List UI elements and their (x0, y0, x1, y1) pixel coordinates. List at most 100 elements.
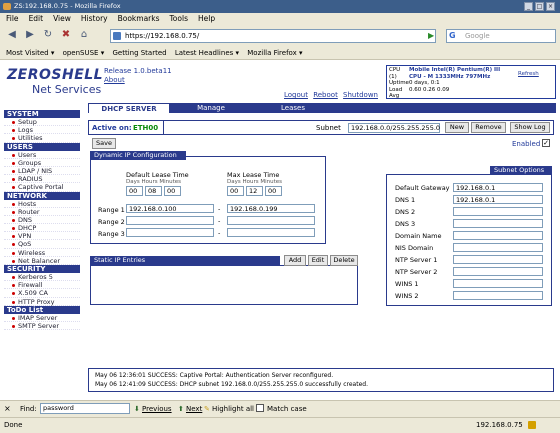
back-icon[interactable]: ◀ (4, 28, 20, 42)
range-3-to-input[interactable] (227, 228, 315, 237)
bookmark-opensuse[interactable]: openSUSE ▾ (63, 49, 105, 57)
refresh-link[interactable]: Refresh (518, 71, 539, 77)
range-1-from-input[interactable]: 192.168.0.100 (126, 204, 214, 213)
subnet-option-input[interactable] (453, 267, 543, 276)
find-close-icon[interactable]: × (4, 404, 11, 413)
remove-button[interactable]: Remove (471, 122, 506, 133)
home-icon[interactable]: ⌂ (76, 28, 92, 42)
logout-link[interactable]: Logout (284, 91, 308, 99)
subnet-option-input[interactable] (453, 231, 543, 240)
new-button[interactable]: New (445, 122, 469, 133)
default-minutes-select[interactable]: 00 (164, 186, 181, 196)
go-icon[interactable]: ▶ (428, 31, 434, 40)
tab-leases[interactable]: Leases (252, 103, 334, 113)
menu-help[interactable]: Help (198, 14, 215, 23)
tab-manage[interactable]: Manage (170, 103, 252, 113)
stop-icon[interactable]: ✖ (58, 28, 74, 42)
minimize-icon[interactable]: _ (524, 2, 533, 11)
close-icon[interactable]: × (546, 2, 555, 11)
search-input[interactable]: Google (446, 29, 556, 43)
about-link[interactable]: About (104, 76, 125, 84)
max-hours-select[interactable]: 12 (246, 186, 263, 196)
forward-icon[interactable]: ▶ (22, 28, 38, 42)
menu-file[interactable]: File (6, 14, 19, 23)
bookmark-most-visited[interactable]: Most Visited ▾ (6, 49, 54, 57)
menu-tools[interactable]: Tools (170, 14, 188, 23)
subnet-option-input[interactable] (453, 291, 543, 300)
sidebar-item-router[interactable]: Router (4, 208, 80, 216)
sidebar-item-dns[interactable]: DNS (4, 216, 80, 225)
sidebar-item-x-509-ca[interactable]: X.509 CA (4, 289, 80, 298)
next-button[interactable]: Next (186, 405, 202, 413)
subnet-option-input[interactable] (453, 255, 543, 264)
sidebar-item-firewall[interactable]: Firewall (4, 281, 80, 290)
subnet-option-input[interactable] (453, 207, 543, 216)
subnet-option-input[interactable] (453, 279, 543, 288)
show-log-button[interactable]: Show Log (510, 122, 550, 133)
sidebar-item-qos[interactable]: QoS (4, 240, 80, 249)
sidebar-item-hosts[interactable]: Hosts (4, 200, 80, 208)
max-lease-sublabels: Days Hours Minutes (227, 179, 282, 185)
sidebar-item-utilities[interactable]: Utilities (4, 134, 80, 143)
subnet-option-input[interactable] (453, 243, 543, 252)
menu-edit[interactable]: Edit (29, 14, 44, 23)
sidebar-item-setup[interactable]: Setup (4, 118, 80, 127)
default-days-value: 00 (129, 187, 138, 195)
find-input[interactable]: password (40, 403, 130, 414)
save-button[interactable]: Save (92, 138, 116, 149)
highlight-all-button[interactable]: Highlight all (212, 405, 254, 413)
url-input[interactable]: https://192.168.0.75/ (110, 29, 436, 43)
shutdown-link[interactable]: Shutdown (343, 91, 378, 99)
subnet-option-label: DNS 2 (395, 208, 416, 216)
sidebar-item-groups[interactable]: Groups (4, 159, 80, 167)
max-minutes-select[interactable]: 00 (265, 186, 282, 196)
subnet-select[interactable]: 192.168.0.0/255.255.255.0 (348, 123, 440, 133)
sidebar-item-users[interactable]: Users (4, 151, 80, 159)
sidebar-item-net-balancer[interactable]: Net Balancer (4, 257, 80, 265)
default-days-select[interactable]: 00 (126, 186, 143, 196)
menu-history[interactable]: History (81, 14, 108, 23)
range-2-from-input[interactable] (126, 216, 214, 225)
subnet-option-value: 192.168.0.1 (456, 196, 496, 204)
sidebar-item-logs[interactable]: Logs (4, 126, 80, 135)
menu-bookmarks[interactable]: Bookmarks (118, 14, 160, 23)
cpu-label: CPU (1) (389, 67, 401, 80)
sidebar-item-smtp-server[interactable]: SMTP Server (4, 322, 80, 331)
bookmark-latest-headlines[interactable]: Latest Headlines ▾ (175, 49, 239, 57)
default-lease-label: Default Lease Time (126, 171, 189, 179)
bookmark-mozilla-firefox[interactable]: Mozilla Firefox ▾ (247, 49, 302, 57)
sidebar-item-dhcp[interactable]: DHCP (4, 224, 80, 233)
subnet-option-input[interactable]: 192.168.0.1 (453, 195, 543, 204)
range-3-from-input[interactable] (126, 228, 214, 237)
max-days-select[interactable]: 00 (227, 186, 244, 196)
sidebar-item-vpn[interactable]: VPN (4, 232, 80, 241)
sidebar-item-captive-portal[interactable]: Captive Portal (4, 183, 80, 192)
subnet-option-input[interactable] (453, 219, 543, 228)
sidebar: SYSTEM Setup Logs Utilities USERS Users Groups… (4, 110, 80, 400)
delete-button[interactable]: Delete (330, 255, 358, 266)
range-1-to-input[interactable]: 192.168.0.199 (227, 204, 315, 213)
range-2-to-input[interactable] (227, 216, 315, 225)
sidebar-item-imap-server[interactable]: IMAP Server (4, 314, 80, 322)
enabled-label: Enabled (512, 140, 541, 148)
reload-icon[interactable]: ↻ (40, 28, 56, 42)
sidebar-item-http-proxy[interactable]: HTTP Proxy (4, 298, 80, 306)
menu-view[interactable]: View (53, 14, 71, 23)
bookmark-getting-started[interactable]: Getting Started (112, 49, 166, 57)
subnet-option-label: DNS 1 (395, 196, 416, 204)
enabled-checkbox[interactable]: ✓ (542, 139, 550, 147)
cpu-value: Mobile Intel(R) Pentium(R) III CPU - M 1… (409, 67, 501, 80)
sidebar-item-ldap-nis[interactable]: LDAP / NIS (4, 167, 80, 176)
default-hours-select[interactable]: 08 (145, 186, 162, 196)
subnet-option-input[interactable]: 192.168.0.1 (453, 183, 543, 192)
sidebar-item-wireless[interactable]: Wireless (4, 249, 80, 257)
edit-button[interactable]: Edit (308, 255, 328, 266)
sidebar-item-kerberos-5[interactable]: Kerberos 5 (4, 273, 80, 282)
tab-dhcp-server[interactable]: DHCP SERVER (88, 103, 170, 113)
add-button[interactable]: Add (284, 255, 306, 266)
match-case-checkbox[interactable] (256, 404, 264, 412)
sidebar-item-radius[interactable]: RADIUS (4, 175, 80, 184)
maximize-icon[interactable]: □ (535, 2, 544, 11)
previous-button[interactable]: Previous (142, 405, 172, 413)
reboot-link[interactable]: Reboot (313, 91, 338, 99)
